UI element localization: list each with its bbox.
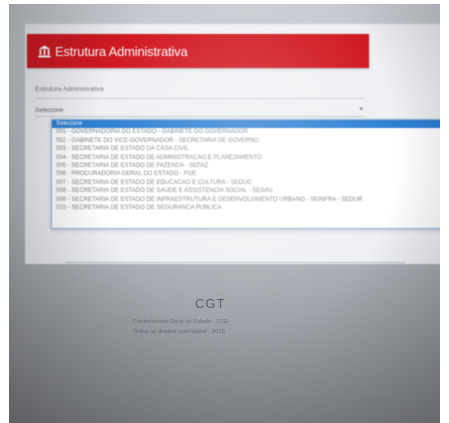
dropdown-option[interactable]: 003 - SECRETARIA DE ESTADO DA CASA CIVIL <box>52 145 440 153</box>
dropdown-option[interactable]: 010 - SECRETARIA DE ESTADO DE SEGURANCA … <box>52 204 440 212</box>
photo-background: Estrutura Administrativa Estrutura Admin… <box>9 4 440 423</box>
app-screen: Estrutura Administrativa Estrutura Admin… <box>25 24 440 264</box>
dropdown-option[interactable]: 008 - SECRETARIA DE ESTADO DE SAUDE E AS… <box>52 187 440 195</box>
footer-text-line1: Controladoria Geral do Estado - CGE <box>133 319 230 325</box>
page-header: Estrutura Administrativa <box>27 34 369 68</box>
page-title: Estrutura Administrativa <box>55 43 188 59</box>
dropdown-option[interactable]: 001 - GOVERNADORIA DO ESTADO - GABINETE … <box>52 128 440 136</box>
field-label: Estrutura Administrativa <box>35 86 104 93</box>
dropdown-option[interactable]: 007 - SECRETARIA DE ESTADO DE EDUCACAO E… <box>52 179 440 187</box>
estrutura-select[interactable]: Selecione ▾ <box>35 104 365 117</box>
footer-logo: CGT <box>195 296 226 311</box>
dropdown-option[interactable]: 004 - SECRETARIA DE ESTADO DE ADMINISTRA… <box>52 154 440 162</box>
footer-text-line2: Todos os direitos reservados - 2018 <box>133 329 225 335</box>
chevron-down-icon[interactable]: ▾ <box>359 105 363 113</box>
select-value: Selecione <box>35 106 64 114</box>
field-underline <box>35 98 365 99</box>
divider <box>65 262 405 263</box>
building-icon <box>38 45 51 58</box>
dropdown-option[interactable]: 005 - SECRETARIA DE ESTADO DE FAZENDA - … <box>52 162 440 170</box>
dropdown-list: Selecione 001 - GOVERNADORIA DO ESTADO - … <box>51 119 440 229</box>
dropdown-option[interactable]: 002 - GABINETE DO VICE-GOVERNADOR - SECR… <box>52 137 440 145</box>
dropdown-option[interactable]: Selecione <box>52 120 440 129</box>
dropdown-option[interactable]: 006 - PROCURADORIA GERAL DO ESTADO - PGE <box>52 170 440 178</box>
dropdown-option[interactable]: 009 - SECRETARIA DE ESTADO DE INFRAESTRU… <box>52 196 440 204</box>
